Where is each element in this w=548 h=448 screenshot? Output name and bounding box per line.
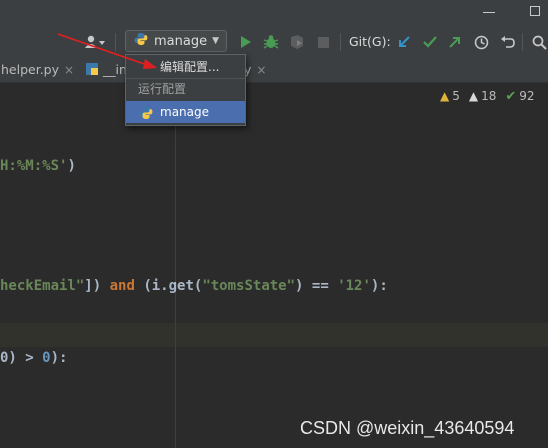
- watermark: CSDN @weixin_43640594: [300, 418, 515, 438]
- annotation-arrows: [57, 33, 157, 69]
- annotation-arrowhead: [143, 59, 157, 69]
- annotation-arrow-line: [57, 33, 151, 67]
